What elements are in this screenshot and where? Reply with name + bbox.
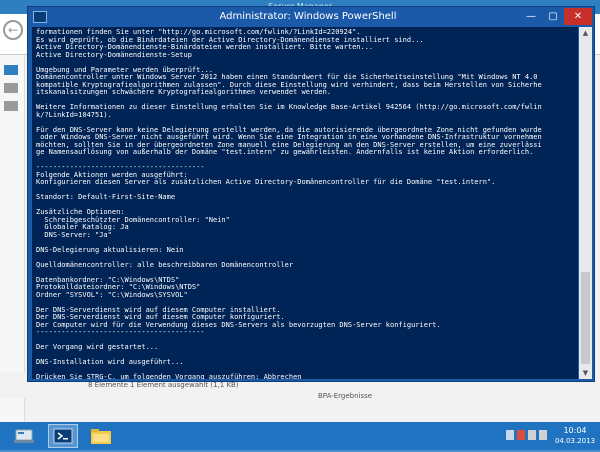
selection-label: 1 Element ausgewählt (1,1 KB) (130, 381, 239, 389)
console-line: Der Vorgang wird gestartet... (36, 343, 159, 351)
console-line: Globaler Katalog: Ja (36, 223, 129, 231)
clock-time[interactable]: 10:04 (552, 426, 598, 435)
powershell-taskbar-button[interactable] (48, 424, 78, 448)
network-icon[interactable] (528, 430, 536, 440)
console-lines: formationen finden Sie unter "http://go.… (32, 27, 578, 379)
local-server-icon[interactable] (4, 83, 18, 93)
scrollbar-thumb[interactable] (581, 272, 590, 364)
console-line: ---------------------------------------- (36, 328, 205, 336)
powershell-titlebar[interactable]: Administrator: Windows PowerShell — ▢ ✕ (28, 7, 594, 27)
clock-date[interactable]: 04.03.2013 (552, 437, 598, 445)
powershell-icon[interactable] (33, 11, 47, 23)
scroll-down-arrow-icon[interactable]: ▼ (579, 367, 592, 379)
console-line: Active Directory-Domänendienste-Setup (36, 50, 192, 59)
server-manager-icon (14, 429, 34, 443)
item-count-label: 8 Elemente (88, 381, 128, 389)
folder-icon (91, 429, 111, 444)
powershell-icon (53, 428, 73, 444)
console-line: Drücken Sie STRG-C, um folgenden Vorgang… (36, 373, 302, 379)
console-line: DNS-Server: "Ja" (36, 230, 112, 239)
console-line: DNS-Delegierung aktualisieren: Nein (36, 245, 184, 254)
system-tray[interactable] (506, 430, 550, 442)
close-button[interactable]: ✕ (564, 8, 592, 25)
maximize-button[interactable]: ▢ (542, 8, 564, 25)
dashboard-icon[interactable] (4, 65, 18, 75)
volume-icon[interactable] (539, 430, 547, 440)
notification-flag-icon[interactable] (517, 430, 525, 440)
server-manager-taskbar-button[interactable] (9, 424, 39, 448)
all-servers-icon[interactable] (4, 101, 18, 111)
console-output[interactable]: formationen finden Sie unter "http://go.… (32, 27, 578, 379)
powershell-window[interactable]: Administrator: Windows PowerShell — ▢ ✕ … (27, 6, 595, 382)
explorer-taskbar-button[interactable] (86, 424, 116, 448)
vertical-scrollbar[interactable]: ▲ ▼ (579, 27, 592, 379)
console-line: Ordner "SYSVOL": "C:\Windows\SYSVOL" (36, 290, 188, 299)
console-line: Weitere Informationen zu dieser Einstell… (36, 103, 542, 111)
scroll-up-arrow-icon[interactable]: ▲ (579, 27, 592, 39)
bpa-results-label: BPA-Ergebnisse (318, 392, 373, 400)
console-line: itskanalsitzungen schwächere Kryptografi… (36, 88, 332, 96)
console-line: k/?LinkId=104751). (36, 110, 112, 119)
action-center-icon[interactable] (506, 430, 514, 440)
console-line: Quelldomänencontroller: alle beschreibba… (36, 260, 294, 269)
server-manager-sidebar (0, 55, 25, 422)
console-line: DNS-Installation wird ausgeführt... (36, 358, 184, 366)
console-line: ge Namensauflösung von außerhalb der Dom… (36, 148, 534, 156)
back-arrow-icon[interactable]: ← (3, 20, 23, 40)
console-line: Standort: Default-First-Site-Name (36, 193, 176, 201)
console-line: Konfigurieren diesen Server als zusätzli… (36, 178, 496, 186)
minimize-button[interactable]: — (520, 8, 542, 25)
window-title: Administrator: Windows PowerShell (219, 11, 397, 22)
